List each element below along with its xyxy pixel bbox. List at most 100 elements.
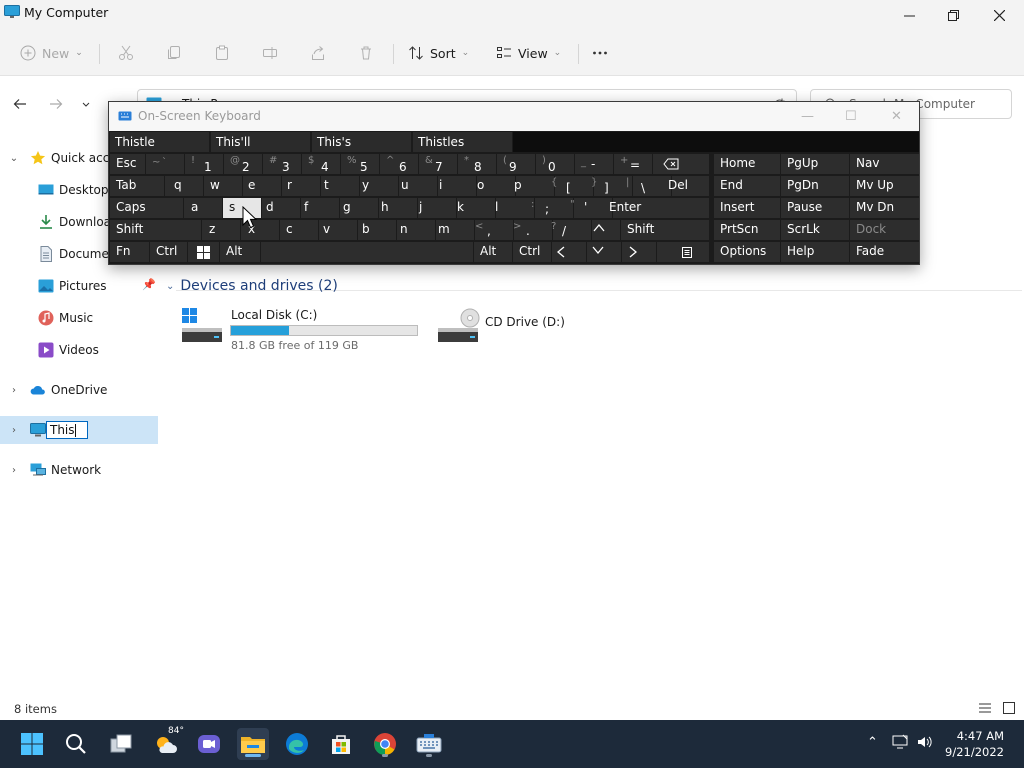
pin-icon[interactable]: 📌 [142,278,156,291]
key-r[interactable]: r [282,176,320,196]
key-k[interactable]: k [457,198,495,218]
key-move-down[interactable]: Mv Dn [850,198,919,218]
key-g[interactable]: g [340,198,378,218]
key-move-up[interactable]: Mv Up [850,176,919,196]
key-pgup[interactable]: PgUp [781,154,849,174]
key-dock[interactable]: Dock [850,220,919,240]
key-arrow-left[interactable] [552,242,586,262]
osk-minimize-button[interactable]: — [801,109,814,124]
key-equals[interactable]: + = [614,154,652,174]
key-w[interactable]: w [204,176,242,196]
key-i[interactable]: i [438,176,476,196]
sidebar-item-pictures[interactable]: Pictures 📌 [0,272,158,300]
chevron-right-icon[interactable]: › [8,385,20,396]
key-arrow-up[interactable] [592,220,620,240]
key-m[interactable]: m [436,220,474,240]
key-backslash[interactable]: | \ [626,176,671,196]
key-y[interactable]: y [360,176,398,196]
drive-local-disk-c[interactable]: Local Disk (C:) 81.8 GB free of 119 GB [178,306,428,354]
key-e[interactable]: e [243,176,281,196]
osk-taskbar-button[interactable] [413,728,445,760]
chevron-up-icon[interactable]: ⌃ [867,735,878,750]
key-fade[interactable]: Fade [850,242,919,262]
file-explorer-button[interactable] [237,728,269,760]
key-h[interactable]: h [379,198,417,218]
paste-button[interactable] [214,39,230,67]
key-n[interactable]: n [397,220,435,240]
tiles-view-icon[interactable] [1002,701,1016,715]
start-button[interactable] [16,728,48,760]
key-ctrl-right[interactable]: Ctrl [513,242,551,262]
new-button[interactable]: New ⌄ [20,39,83,67]
sidebar-item-music[interactable]: Music [0,304,158,332]
key-j[interactable]: j [418,198,456,218]
section-header-devices[interactable]: ⌄ Devices and drives (2) [166,278,338,294]
more-options-button[interactable] [592,39,608,67]
key-1[interactable]: ! 1 [185,154,223,174]
key-help[interactable]: Help [781,242,849,262]
key-shift-left[interactable]: Shift [110,220,201,240]
chrome-button[interactable] [369,728,401,760]
search-taskbar-button[interactable] [60,728,92,760]
key-t[interactable]: t [321,176,359,196]
key-windows[interactable] [188,242,219,262]
recent-locations-button[interactable] [76,94,96,114]
key-3[interactable]: #3 [263,154,301,174]
key-space[interactable] [261,242,473,262]
task-view-button[interactable] [105,728,137,760]
key-b[interactable]: b [358,220,396,240]
key-tab[interactable]: Tab [110,176,164,196]
key-7[interactable]: & 7 [419,154,457,174]
clock[interactable]: 4:47 AM 9/21/2022 [945,728,1004,760]
close-button[interactable] [976,0,1022,30]
osk-maximize-button[interactable]: ☐ [845,109,857,124]
key-o[interactable]: o [477,176,515,196]
key-d[interactable]: d [262,198,300,218]
key-arrow-down[interactable] [587,242,621,262]
key-nav[interactable]: Nav [850,154,919,174]
weather-widget[interactable]: 84° [150,726,184,760]
volume-icon[interactable] [916,734,932,750]
minimize-button[interactable] [886,0,932,30]
details-view-icon[interactable] [978,701,992,715]
rename-button[interactable] [262,39,278,67]
chevron-right-icon[interactable]: › [8,465,20,476]
key-slash[interactable]: ? / [551,220,591,240]
sidebar-item-network[interactable]: › Network [0,456,158,484]
key-insert[interactable]: Insert [714,198,780,218]
cut-button[interactable] [118,39,134,67]
key-apostrophe[interactable]: " ' [570,198,612,218]
key-9[interactable]: (9 [497,154,535,174]
delete-button[interactable] [358,39,374,67]
key-u[interactable]: u [399,176,437,196]
prediction-2[interactable]: This'll [211,132,310,152]
sidebar-item-this-pc[interactable]: › This [0,416,158,444]
chevron-right-icon[interactable]: › [8,425,20,436]
key-alt-right[interactable]: Alt [474,242,512,262]
sidebar-item-videos[interactable]: Videos [0,336,158,364]
prediction-3[interactable]: This's [312,132,411,152]
key-caps[interactable]: Caps [110,198,183,218]
osk-close-button[interactable]: ✕ [891,109,902,124]
key-alt-left[interactable]: Alt [220,242,260,262]
key-p[interactable]: p [514,176,554,196]
key-tilde[interactable]: ~ ` [146,154,184,174]
key-pgdn[interactable]: PgDn [781,176,849,196]
key-q[interactable]: q [165,176,203,196]
edge-button[interactable] [281,728,313,760]
drive-cd-d[interactable]: CD Drive (D:) [434,306,594,354]
key-l[interactable]: l [495,198,534,218]
key-x[interactable]: x [241,220,279,240]
view-button[interactable]: View ⌄ [496,39,561,67]
key-bracket-open[interactable]: {[ [551,176,593,196]
key-arrow-right[interactable] [622,242,656,262]
share-button[interactable] [310,39,326,67]
key-6[interactable]: ^ 6 [380,154,418,174]
key-enter[interactable]: Enter [609,198,709,218]
key-del[interactable]: Del [668,176,709,196]
key-f[interactable]: f [301,198,339,218]
key-scrlk[interactable]: ScrLk [781,220,849,240]
key-0[interactable]: ) 0 [536,154,574,174]
forward-button[interactable] [46,94,66,114]
key-s[interactable]: s [223,198,261,218]
